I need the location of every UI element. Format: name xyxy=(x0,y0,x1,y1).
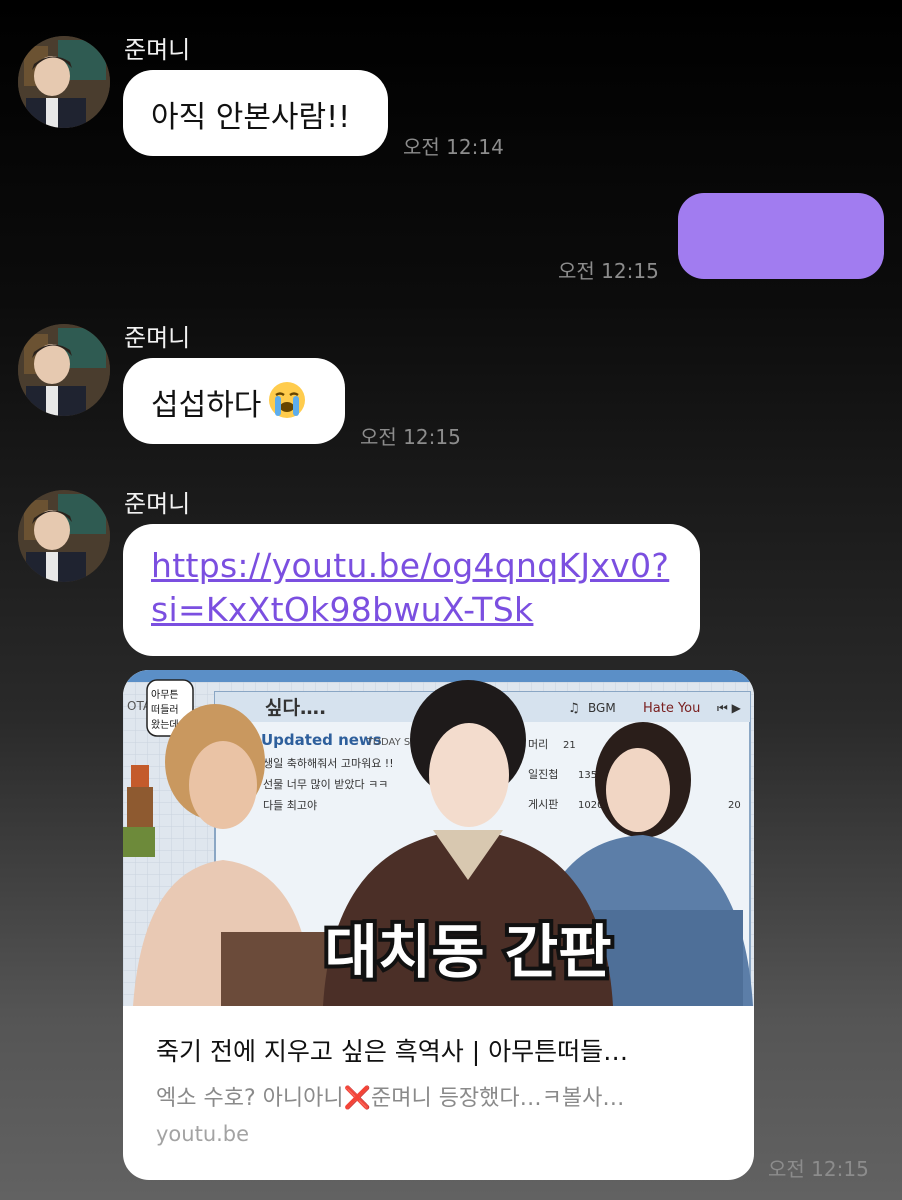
svg-text:⏮ ▶: ⏮ ▶ xyxy=(717,701,742,715)
avatar[interactable] xyxy=(18,324,110,416)
stat-value: 21 xyxy=(563,740,576,751)
youtube-link-line-1[interactable]: https://youtu.be/og4qnqKJxv0? xyxy=(151,544,672,588)
message-bubble[interactable]: 섭섭하다 xyxy=(123,358,345,444)
youtube-link-line-2[interactable]: si=KxXtOk98bwuX-TSk xyxy=(151,588,672,632)
message-bubble[interactable]: 아직 안본사람!! xyxy=(123,70,388,156)
link-preview-card[interactable]: OTA 싶다…. ♫ BGM Hate You ⏮ ▶ Updated news… xyxy=(123,670,754,1180)
stat-key: 게시판 xyxy=(528,798,558,811)
news-line: 다들 최고야 xyxy=(263,799,317,812)
video-thumbnail[interactable]: OTA 싶다…. ♫ BGM Hate You ⏮ ▶ Updated news… xyxy=(123,670,754,1006)
preview-title[interactable]: 죽기 전에 지우고 싶은 흑역사 | 아무튼떠들… xyxy=(156,1032,628,1068)
avatar[interactable] xyxy=(18,36,110,128)
stat-key: 머리 xyxy=(528,738,548,751)
preview-domain: youtu.be xyxy=(156,1122,250,1146)
preview-description: 엑소 수호? 아니아니❌준며니 등장했다…ㅋ볼사… xyxy=(156,1086,625,1111)
bgm-label: BGM xyxy=(588,701,616,715)
svg-text:떠들러: 떠들러 xyxy=(151,704,179,716)
news-line: 선물 너무 많이 받았다 ㅋㅋ xyxy=(263,778,388,791)
loudly-crying-face-icon xyxy=(267,380,307,424)
updated-news: Updated news xyxy=(261,731,382,749)
link-message-bubble[interactable]: https://youtu.be/og4qnqKJxv0? si=KxXtOk9… xyxy=(123,524,700,656)
avatar[interactable] xyxy=(18,490,110,582)
sender-name: 준며니 xyxy=(124,490,191,518)
message-time: 오전 12:15 xyxy=(360,425,461,449)
svg-text:아무튼: 아무튼 xyxy=(151,689,179,701)
message-time: 오전 12:15 xyxy=(558,259,659,283)
message-text: 섭섭하다 xyxy=(151,388,262,423)
message-text: 아직 안본사람!! xyxy=(151,100,351,135)
sender-name: 준며니 xyxy=(124,324,191,352)
sender-name: 준며니 xyxy=(124,36,191,64)
news-line: 생일 축하해줘서 고마워요 !! xyxy=(263,756,394,770)
today-label: TODAY ST xyxy=(366,737,417,748)
song-title: Hate You xyxy=(643,701,700,716)
top-text: 싶다…. xyxy=(265,697,326,719)
stat-extra: 20 xyxy=(728,800,741,811)
svg-text:♫: ♫ xyxy=(568,701,580,716)
message-time: 오전 12:15 xyxy=(768,1157,869,1181)
thumbnail-caption: 대치동 간판 xyxy=(325,918,612,986)
stat-key: 일진첩 xyxy=(528,767,558,781)
message-time: 오전 12:14 xyxy=(403,135,504,159)
my-message-bubble[interactable] xyxy=(678,193,884,279)
